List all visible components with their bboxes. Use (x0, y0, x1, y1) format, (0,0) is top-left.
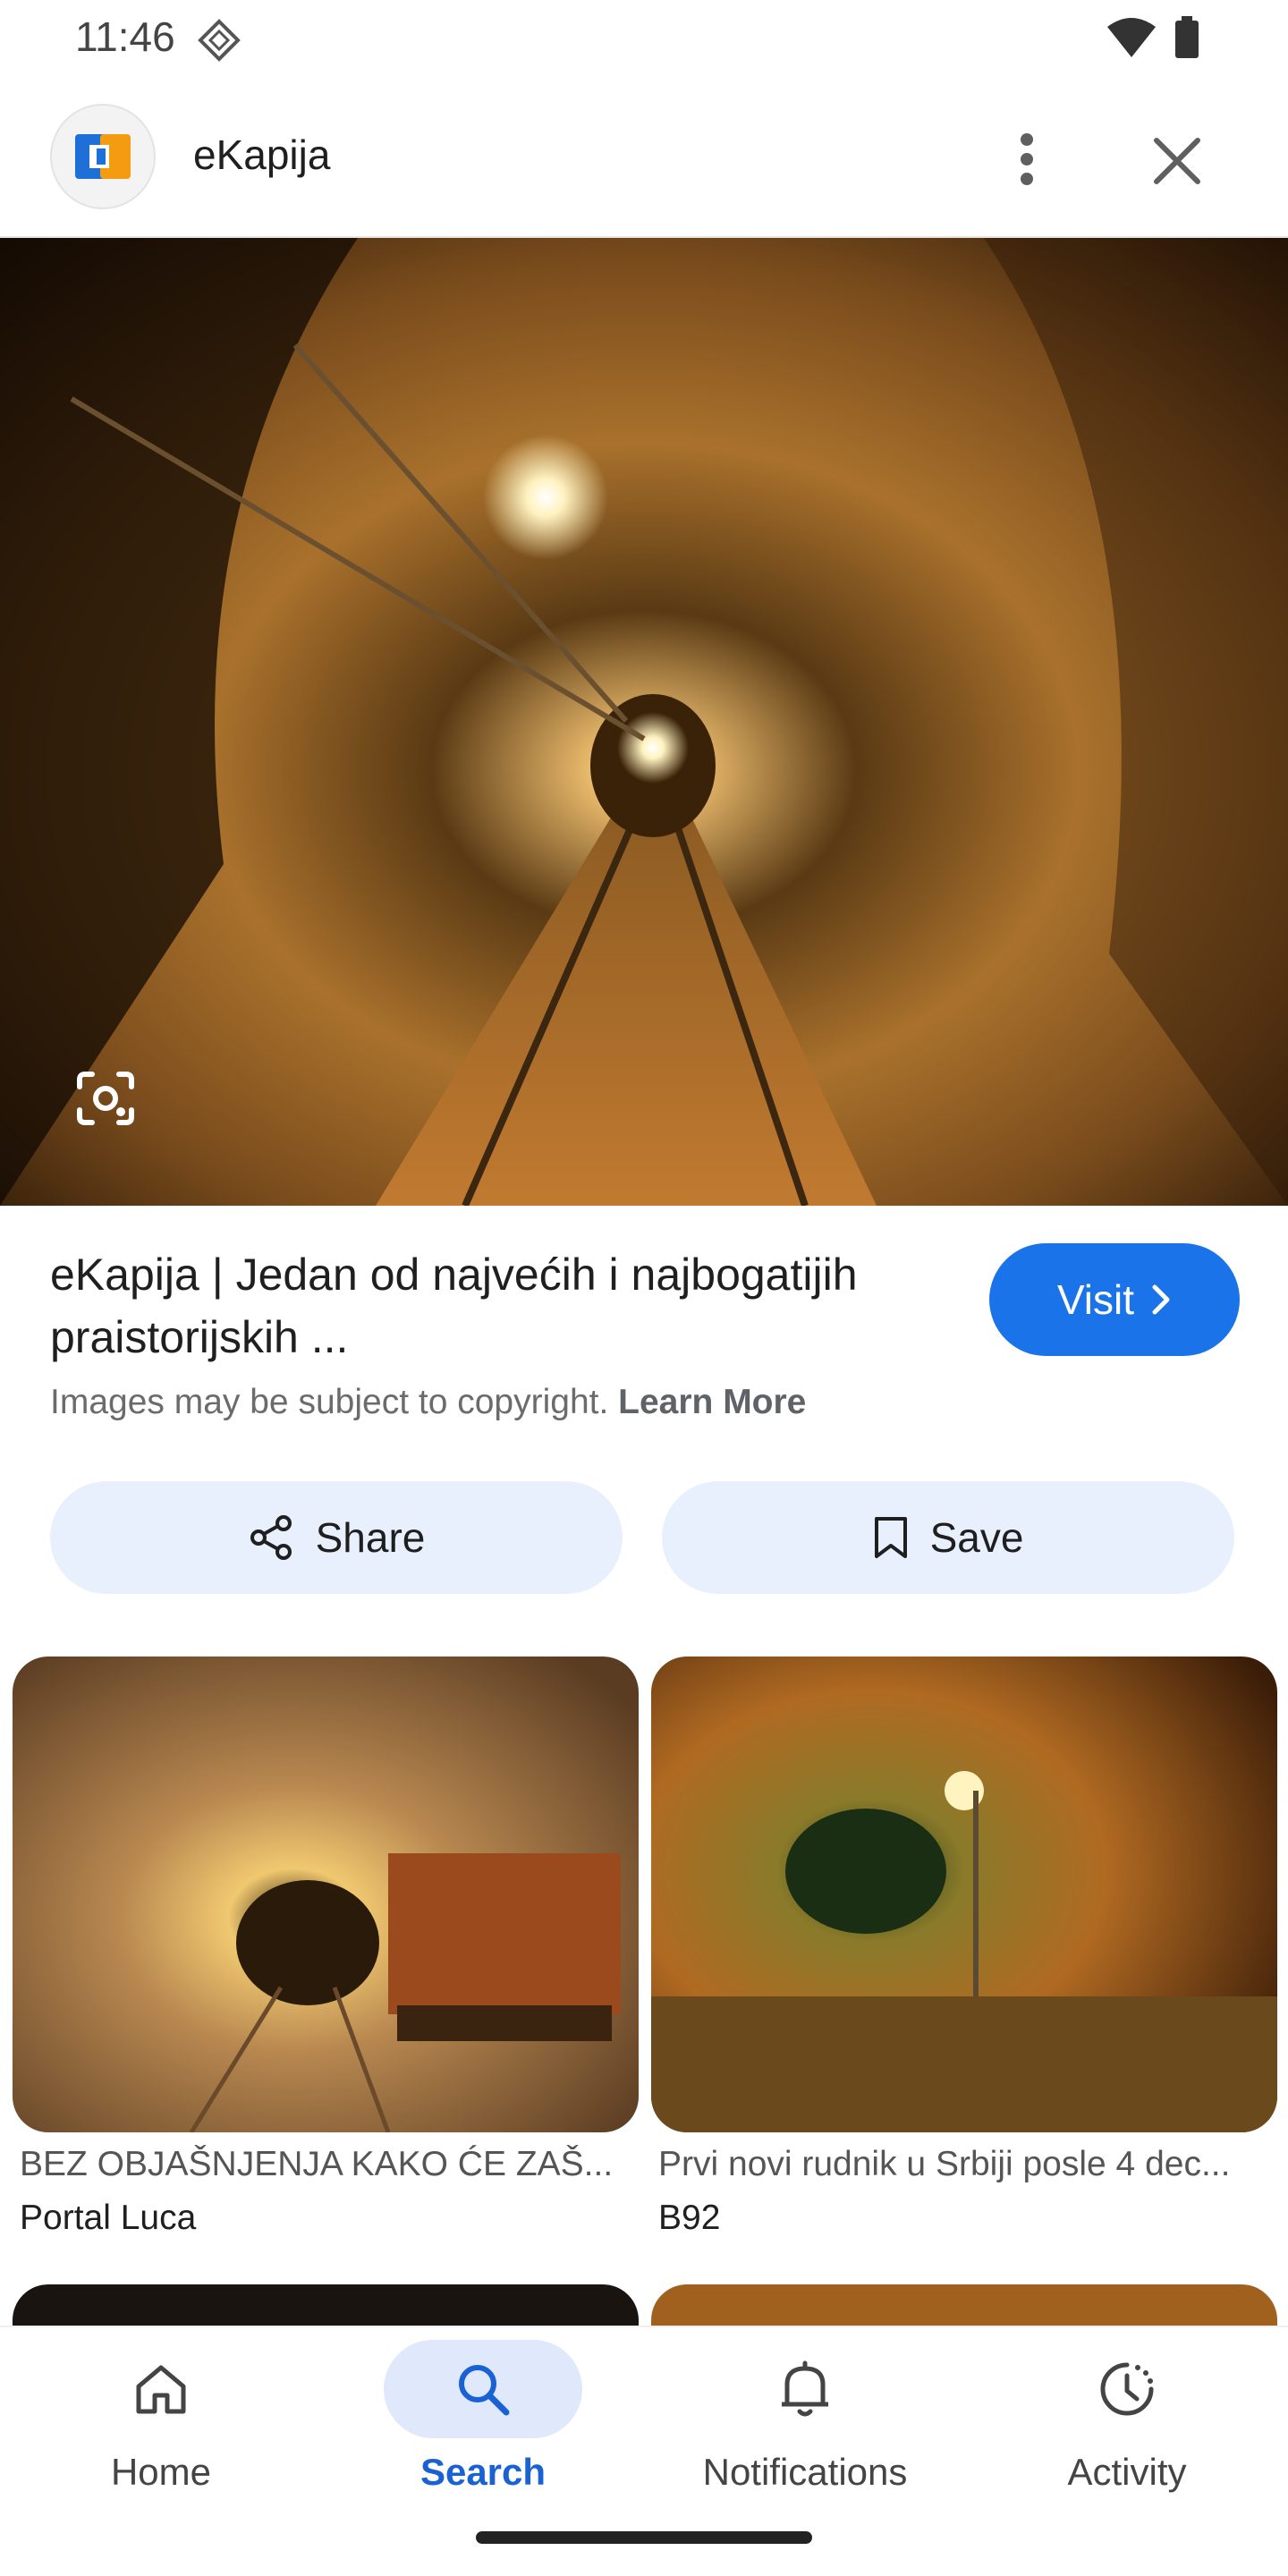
mine-tunnel-cart-image (13, 1657, 639, 2132)
visit-label: Visit (1056, 1276, 1135, 1323)
copyright-text: Images may be subject to copyright. (50, 1383, 609, 1421)
chevron-right-icon (1152, 1284, 1170, 1315)
visit-button[interactable]: Visit (989, 1243, 1240, 1356)
google-lens-button[interactable] (68, 1061, 143, 1136)
result-title[interactable]: eKapija | Jedan od najvećih i najbogatij… (50, 1243, 945, 1368)
site-logo[interactable] (50, 104, 156, 209)
related-image-4[interactable] (651, 2284, 1277, 2326)
activity-icon (1100, 2362, 1154, 2416)
copyright-notice: Images may be subject to copyright. Lear… (50, 1383, 806, 1422)
nav-notifications-icon-wrap (706, 2340, 904, 2438)
wifi-icon (1107, 18, 1156, 57)
related-source-2[interactable]: B92 (658, 2199, 720, 2238)
close-button[interactable] (1141, 125, 1213, 197)
related-caption-1[interactable]: BEZ OBJAŠNJENJA KAKO ĆE ZAŠ... (20, 2145, 646, 2184)
share-button[interactable]: Share (50, 1481, 623, 1594)
nav-activity-icon-wrap (1028, 2340, 1226, 2438)
nav-search[interactable]: Search (322, 2340, 644, 2537)
nav-activity[interactable]: Activity (966, 2340, 1288, 2537)
ekapija-logo-icon (75, 134, 131, 179)
learn-more-link[interactable]: Learn More (618, 1383, 806, 1421)
lens-icon (77, 1072, 134, 1125)
mine-tunnel-image (0, 238, 1288, 1206)
home-indicator[interactable] (476, 2531, 812, 2544)
related-image-1[interactable] (13, 1657, 639, 2132)
battery-icon (1175, 16, 1199, 58)
more-options-button[interactable] (1000, 116, 1054, 202)
mine-tunnel-green-image (651, 1657, 1277, 2132)
related-caption-2[interactable]: Prvi novi rudnik u Srbiji posle 4 dec... (658, 2145, 1267, 2184)
nav-notifications-label: Notifications (702, 2451, 908, 2493)
share-label: Share (315, 1514, 426, 1561)
nav-home-label: Home (110, 2451, 212, 2493)
home-icon (136, 2365, 186, 2414)
nav-activity-label: Activity (1067, 2451, 1187, 2493)
app-header: eKapija (0, 80, 1288, 238)
related-image-2[interactable] (651, 1657, 1277, 2132)
nav-search-icon-wrap (384, 2340, 582, 2438)
close-icon (1154, 138, 1200, 184)
related-image-3[interactable] (13, 2284, 639, 2326)
status-bar: 11:46 (0, 0, 1288, 80)
nav-search-label: Search (419, 2451, 547, 2493)
related-source-1[interactable]: Portal Luca (20, 2199, 196, 2238)
save-label: Save (929, 1514, 1024, 1561)
bell-icon (782, 2360, 828, 2417)
site-name: eKapija (193, 131, 331, 178)
data-saver-icon (198, 19, 241, 62)
save-button[interactable]: Save (662, 1481, 1234, 1594)
share-icon (250, 1515, 292, 1560)
nav-notifications[interactable]: Notifications (644, 2340, 966, 2537)
nav-home-icon-wrap (62, 2340, 260, 2438)
search-icon (459, 2365, 510, 2416)
bookmark-icon (874, 1517, 907, 1558)
status-time: 11:46 (75, 13, 175, 60)
more-vert-icon (1021, 133, 1033, 185)
nav-home[interactable]: Home (0, 2340, 322, 2537)
main-image[interactable] (0, 238, 1288, 1206)
